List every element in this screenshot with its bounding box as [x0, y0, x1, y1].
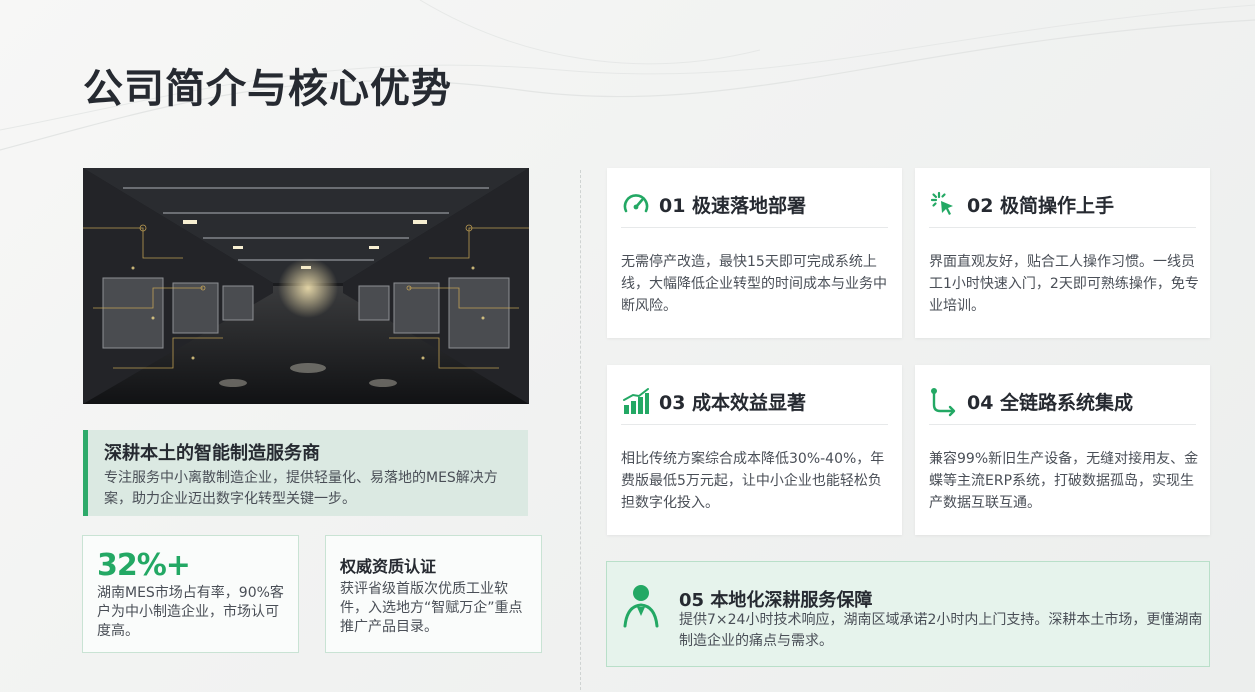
feature-text: 兼容99%新旧生产设备，无缝对接用友、金蝶等主流ERP系统，打破数据孤岛，实现生…: [929, 451, 1199, 511]
factory-photo: [83, 168, 529, 404]
route-icon: [931, 387, 956, 416]
support-person-icon: [623, 585, 659, 628]
feature-title: 03 成本效益显著: [659, 392, 807, 414]
feature-card-cost: 03 成本效益显著 相比传统方案综合成本降低30%-40%，年费版最低5万元起，…: [607, 365, 902, 535]
certification-text: 获评省级首版次优质工业软件，入选地方“智赋万企”重点推广产品目录。: [340, 581, 523, 635]
speedometer-icon: [623, 193, 649, 212]
feature-card-integration: 04 全链路系统集成 兼容99%新旧生产设备，无缝对接用友、金蝶等主流ERP系统…: [915, 365, 1210, 535]
service-title: 05 本地化深耕服务保障: [679, 590, 873, 611]
feature-title: 04 全链路系统集成: [967, 392, 1134, 414]
certification-card: 权威资质认证 获评省级首版次优质工业软件，入选地方“智赋万企”重点推广产品目录。: [325, 535, 542, 653]
intro-text: 专注服务中小离散制造企业，提供轻量化、易落地的MES解决方案，助力企业迈出数字化…: [104, 470, 498, 507]
feature-card-header: 04 全链路系统集成: [929, 379, 1196, 425]
feature-card-operation: 02 极简操作上手 界面直观友好，贴合工人操作习惯。一线员工1小时快速入门，2天…: [915, 168, 1210, 338]
feature-text: 相比传统方案综合成本降低30%-40%，年费版最低5万元起，让中小企业也能轻松负…: [621, 451, 885, 511]
feature-card-header: 01 极速落地部署: [621, 182, 888, 228]
feature-text: 界面直观友好，贴合工人操作习惯。一线员工1小时快速入门，2天即可熟练操作，免专业…: [929, 254, 1199, 314]
feature-title: 01 极速落地部署: [659, 195, 807, 217]
intro-title: 深耕本土的智能制造服务商: [104, 443, 320, 464]
local-service-box: 05 本地化深耕服务保障 提供7×24小时技术响应，湖南区域承诺2小时内上门支持…: [606, 561, 1210, 667]
service-text: 提供7×24小时技术响应，湖南区域承诺2小时内上门支持。深耕本土市场，更懂湖南制…: [679, 612, 1203, 649]
bar-chart-icon: [623, 387, 649, 414]
feature-card-header: 02 极简操作上手: [929, 182, 1196, 228]
page-title: 公司简介与核心优势: [83, 66, 452, 112]
feature-card-deployment: 01 极速落地部署 无需停产改造，最快15天即可完成系统上线，大幅降低企业转型的…: [607, 168, 902, 338]
feature-card-header: 03 成本效益显著: [621, 379, 888, 425]
feature-title: 02 极简操作上手: [967, 195, 1115, 217]
market-share-value: 32%+: [97, 548, 191, 583]
intro-highlight-box: 深耕本土的智能制造服务商 专注服务中小离散制造企业，提供轻量化、易落地的MES解…: [83, 430, 528, 516]
column-divider: [580, 170, 581, 690]
market-share-text: 湖南MES市场占有率，90%客户为中小制造企业，市场认可度高。: [97, 585, 284, 639]
market-share-card: 32%+ 湖南MES市场占有率，90%客户为中小制造企业，市场认可度高。: [82, 535, 299, 653]
certification-title: 权威资质认证: [340, 557, 437, 576]
feature-text: 无需停产改造，最快15天即可完成系统上线，大幅降低企业转型的时间成本与业务中断风…: [621, 254, 887, 314]
cursor-click-icon: [930, 191, 953, 215]
